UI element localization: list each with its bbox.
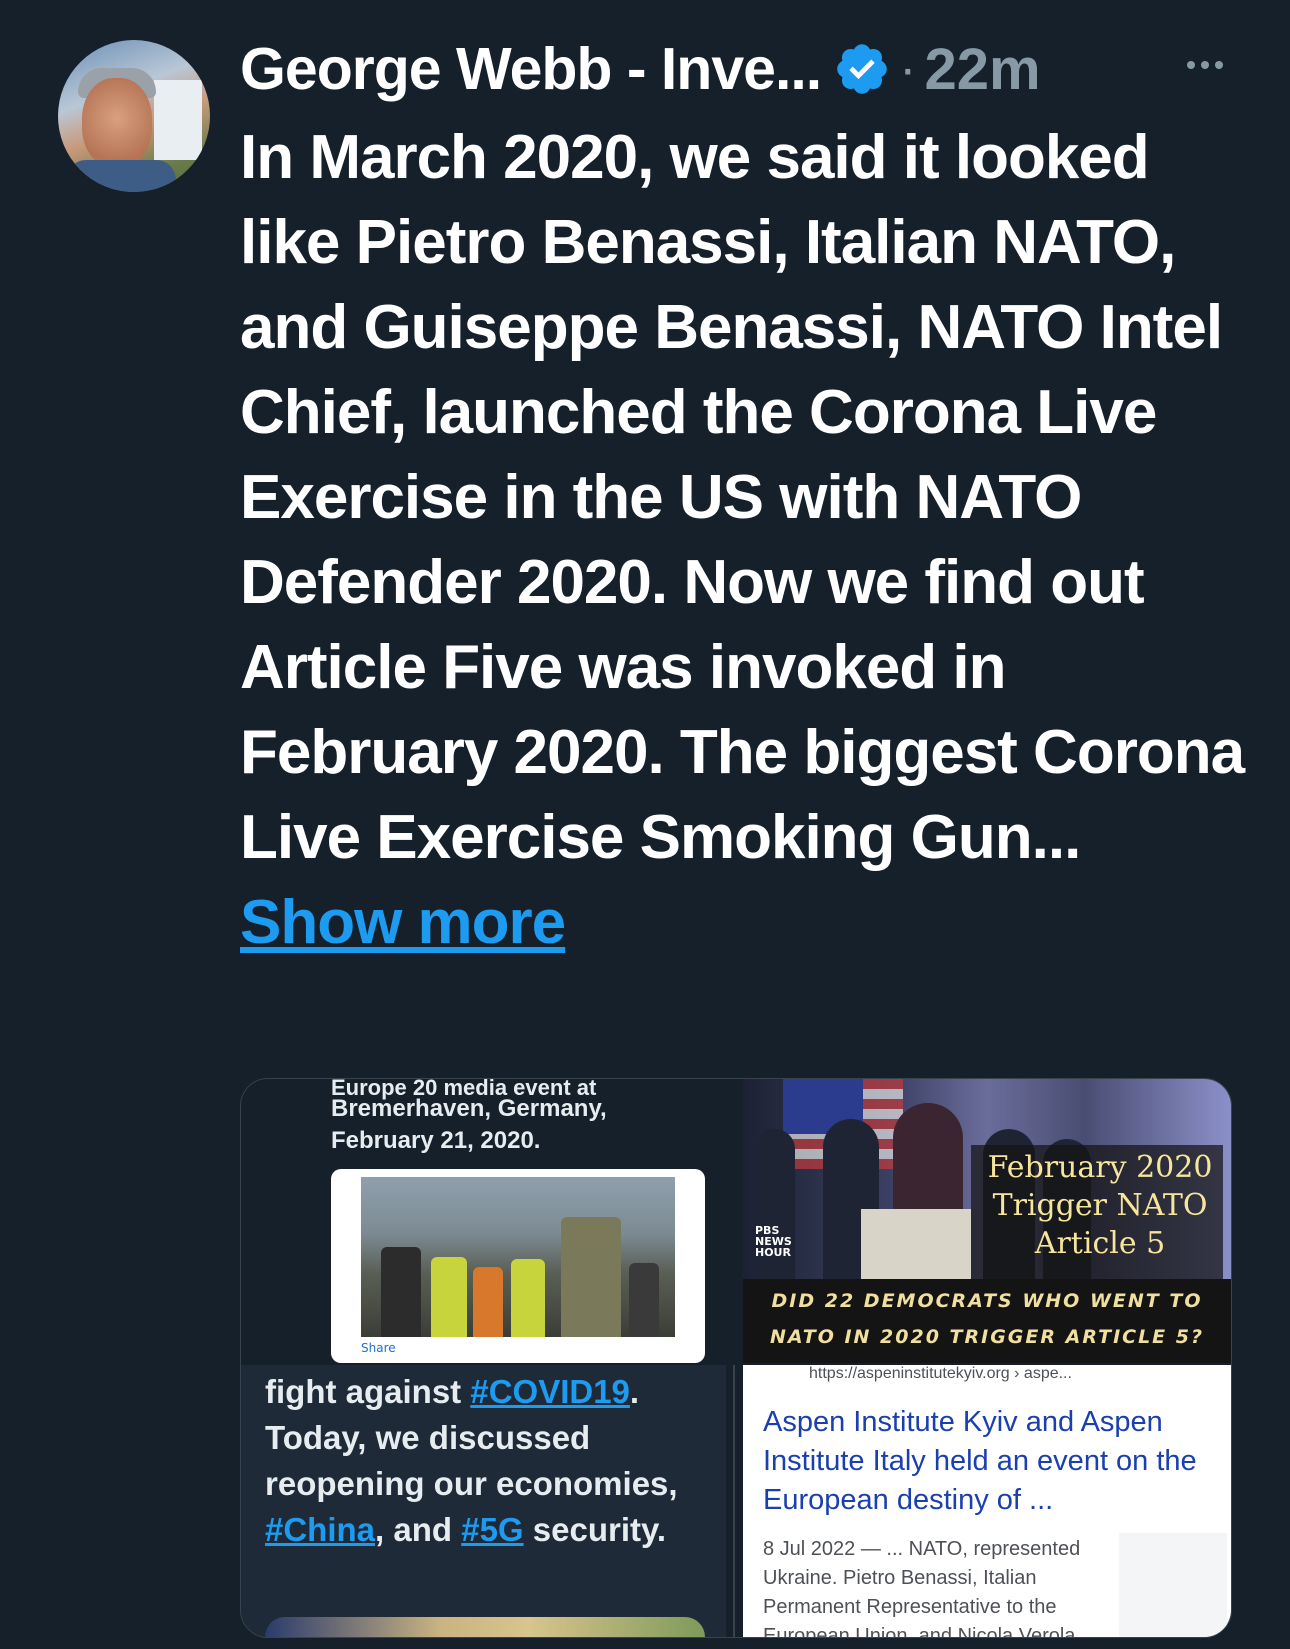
hashtag-covid19: #COVID19 <box>470 1373 630 1410</box>
podium <box>861 1209 971 1279</box>
tweet-timestamp[interactable]: 22m <box>924 36 1040 103</box>
avatar-shirt <box>66 160 176 192</box>
more-options-icon[interactable] <box>1180 40 1230 90</box>
search-result-title: Aspen Institute Kyiv and Aspen Institute… <box>763 1406 1197 1516</box>
image-caption: Bremerhaven, Germany, February 21, 2020. <box>331 1095 607 1154</box>
author-name[interactable]: George Webb - Inve... <box>240 35 822 103</box>
share-label: Share <box>361 1341 396 1355</box>
overlay-caption: February 2020 Trigger NATO Article 5 <box>987 1150 1213 1261</box>
header-separator: · <box>899 40 917 98</box>
media-image-1[interactable]: Europe 20 media event at Bremerhaven, Ge… <box>241 1079 741 1363</box>
more-dot <box>1201 61 1209 69</box>
avatar-face <box>82 78 152 168</box>
text-part: , and <box>375 1511 462 1548</box>
media-image-4[interactable]: https://aspeninstitutekyiv.org › aspe...… <box>743 1365 1231 1637</box>
search-result-url: https://aspeninstitutekyiv.org › aspe... <box>809 1365 1072 1382</box>
embedded-photo-card: Share <box>331 1169 705 1363</box>
text-part: fight against <box>265 1373 471 1410</box>
photo-strip <box>265 1617 705 1637</box>
show-more-link[interactable]: Show more <box>240 888 566 957</box>
tile-divider <box>726 1365 743 1637</box>
bottom-caption: DID 22 DEMOCRATS WHO WENT TO NATO IN 202… <box>769 1290 1205 1348</box>
search-result-snippet: 8 Jul 2022 — ... NATO, represented Ukrai… <box>763 1538 1081 1637</box>
avatar-background <box>154 80 202 160</box>
hashtag-china: #China <box>265 1511 376 1548</box>
media-grid: Europe 20 media event at Bremerhaven, Ge… <box>240 1078 1232 1638</box>
verified-badge-icon <box>837 44 887 94</box>
pbs-logo: PBS NEWS HOUR <box>755 1224 792 1259</box>
tweet-header: George Webb - Inve... · 22m <box>240 34 1260 104</box>
media-image-3[interactable]: fight against #COVID19. Today, we discus… <box>241 1365 726 1637</box>
text-part: security. <box>523 1511 667 1548</box>
embedded-tweet-text: fight against #COVID19. Today, we discus… <box>265 1369 705 1553</box>
media-image-2[interactable]: PBS NEWS HOUR February 2020 Trigger NATO… <box>743 1079 1231 1363</box>
author-avatar[interactable] <box>58 40 210 192</box>
more-dot <box>1215 61 1223 69</box>
press-event-photo <box>361 1177 675 1337</box>
more-dot <box>1187 61 1195 69</box>
tweet-body: In March 2020, we said it looked like Pi… <box>240 123 1245 872</box>
hashtag-5g: #5G <box>461 1511 524 1548</box>
tweet-text: In March 2020, we said it looked like Pi… <box>240 115 1250 965</box>
search-result-thumbnail <box>1119 1533 1227 1637</box>
